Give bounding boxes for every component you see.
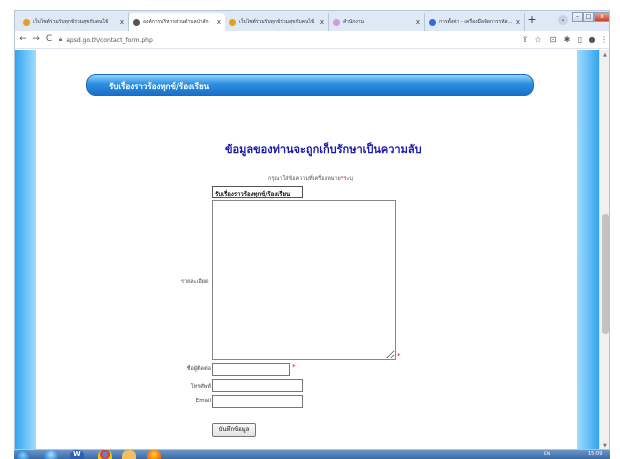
bookmark-star-icon[interactable]: ☆	[533, 34, 543, 46]
tab-close-icon[interactable]: x	[416, 18, 420, 26]
required-note-text: กรุณาใส่ข้อความที่เครื่องหมาย	[268, 176, 341, 182]
site-favicon-icon	[133, 18, 140, 26]
scroll-down-icon[interactable]: ▼	[603, 443, 607, 449]
firefox-icon[interactable]	[147, 450, 161, 459]
back-icon[interactable]: ←	[17, 33, 29, 46]
tab-strip: เว็บไซต์ร่วมรับทุกข์ร่วมสุขกับคนไข้ x อง…	[15, 11, 609, 31]
phone-input[interactable]	[212, 379, 303, 392]
taskbar: W EN 15:09	[14, 450, 610, 459]
required-star: *	[397, 352, 401, 360]
new-tab-button[interactable]: +	[526, 14, 538, 26]
tray-language[interactable]: EN	[544, 450, 550, 459]
tab-list-button[interactable]: ⌄	[558, 15, 568, 25]
puzzle-icon[interactable]: ✱	[562, 34, 572, 46]
tab-2-active[interactable]: องค์การบริหารส่วนตำบลป่าสัก x	[129, 13, 225, 31]
url-text: apsd.go.th/contact_form.php	[66, 36, 153, 44]
vertical-scrollbar[interactable]: ▲ ▼	[599, 50, 609, 449]
section-banner: รับเรื่องราวร้องทุกข์/ร้องเรียน	[86, 74, 534, 96]
detail-textarea[interactable]	[212, 200, 396, 360]
tab-title: การตั้งค่า - เครื่องมือจัดการรหัสผ่าน	[439, 19, 513, 25]
email-input[interactable]	[212, 395, 303, 408]
word-icon[interactable]: W	[70, 450, 84, 459]
browser-toolbar: ← → C 🔒︎ apsd.go.th/contact_form.php ⇪ ☆…	[15, 31, 609, 49]
profile-icon[interactable]: ●	[587, 34, 597, 46]
scroll-up-icon[interactable]: ▲	[603, 52, 607, 58]
page-side-decoration	[15, 50, 36, 449]
browser-window: เว็บไซต์ร่วมรับทุกข์ร่วมสุขกับคนไข้ x อง…	[14, 10, 610, 450]
gear-icon	[429, 18, 436, 26]
tab-title: เว็บไซต์ร่วมรับทุกข์ร่วมสุขกับคนไข้	[239, 19, 315, 25]
site-favicon-icon	[229, 18, 236, 26]
forward-icon[interactable]: →	[30, 33, 42, 46]
reload-icon[interactable]: C	[43, 33, 55, 46]
banner-title: รับเรื่องราวร้องทุกข์/ร้องเรียน	[109, 81, 210, 91]
close-window-button[interactable]: x	[594, 12, 609, 22]
sidebar-icon[interactable]: ▯	[575, 34, 585, 46]
tab-5[interactable]: การตั้งค่า - เครื่องมือจัดการรหัสผ่าน x	[425, 13, 525, 31]
tab-close-icon[interactable]: x	[320, 18, 324, 26]
contact-name-input[interactable]	[212, 363, 290, 376]
lock-icon: 🔒︎	[59, 36, 63, 43]
minimize-button[interactable]: –	[572, 12, 583, 22]
tab-3[interactable]: เว็บไซต์ร่วมรับทุกข์ร่วมสุขกับคนไข้ x	[225, 13, 329, 31]
name-label: ชื่อผู้ติดต่อ	[186, 366, 211, 372]
detail-label: รายละเอียด	[181, 279, 209, 285]
email-label: Email	[195, 398, 211, 404]
required-note-suffix: ระบุ	[343, 176, 353, 182]
tab-1[interactable]: เว็บไซต์ร่วมรับทุกข์ร่วมสุขกับคนไข้ x	[19, 13, 129, 31]
page-side-decoration	[577, 50, 599, 449]
start-button[interactable]	[16, 450, 30, 459]
chrome-icon[interactable]	[98, 450, 112, 459]
address-bar[interactable]: 🔒︎ apsd.go.th/contact_form.php	[59, 34, 509, 46]
subject-field[interactable]: รับเรื่องราวร้องทุกข์/ร้องเรียน	[212, 186, 303, 198]
tab-title: สำนักงาน	[343, 19, 364, 25]
tab-close-icon[interactable]: x	[516, 18, 520, 26]
site-favicon-icon	[23, 18, 30, 26]
tab-close-icon[interactable]: x	[120, 18, 124, 26]
scroll-thumb[interactable]	[602, 214, 609, 334]
internet-explorer-icon[interactable]	[44, 450, 58, 459]
phone-label: โทรศัพท์	[190, 384, 211, 390]
taskbar-clock: 15:09	[588, 451, 603, 457]
page-viewport: รับเรื่องราวร้องทุกข์/ร้องเรียน ข้อมูลขอ…	[15, 50, 609, 449]
tab-4[interactable]: สำนักงาน x	[329, 13, 425, 31]
menu-icon[interactable]: ⋮	[599, 34, 609, 46]
site-favicon-icon	[333, 18, 340, 26]
submit-button[interactable]: บันทึกข้อมูล	[212, 423, 256, 437]
required-note: กรุณาใส่ข้อความที่เครื่องหมาย*ระบุ	[268, 175, 353, 183]
share-icon[interactable]: ⇪	[520, 34, 530, 46]
maximize-button[interactable]: □	[583, 12, 594, 22]
required-star: *	[292, 363, 296, 371]
tab-title: เว็บไซต์ร่วมรับทุกข์ร่วมสุขกับคนไข้	[33, 19, 109, 25]
screen: เว็บไซต์ร่วมรับทุกข์ร่วมสุขกับคนไข้ x อง…	[0, 0, 620, 459]
tab-close-icon[interactable]: x	[217, 18, 221, 26]
folder-icon[interactable]	[122, 450, 136, 459]
extension-icon[interactable]: ⊡	[548, 34, 558, 46]
tab-title: องค์การบริหารส่วนตำบลป่าสัก	[143, 19, 209, 25]
page-heading: ข้อมูลของท่านจะถูกเก็บรักษาเป็นความลับ	[225, 143, 422, 156]
